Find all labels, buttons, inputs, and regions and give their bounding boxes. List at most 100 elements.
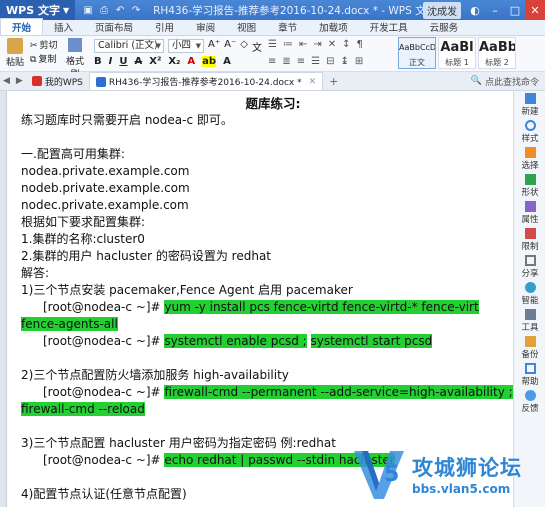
doc-requirements: 根据如下要求配置集群: xyxy=(21,215,146,229)
font-size-select[interactable]: 小四 ▼ xyxy=(168,39,204,53)
style-heading-2[interactable]: AaBb 标题 2 xyxy=(478,37,516,69)
shrink-font-icon[interactable]: A⁻ xyxy=(224,39,236,54)
sort-icon[interactable]: ↕ xyxy=(342,39,350,50)
char-shading-icon[interactable]: A xyxy=(223,56,231,67)
chinese-layout-icon[interactable]: ✕ xyxy=(328,39,336,50)
superscript-icon[interactable]: X² xyxy=(149,56,161,67)
justify-icon[interactable]: ☰ xyxy=(311,56,320,67)
brush-icon xyxy=(68,38,82,52)
strikethrough-icon[interactable]: A xyxy=(134,56,142,67)
highlighted-command: yum -y install pcs fence-virtd fence-vir… xyxy=(164,300,479,314)
sidebar-item-feedback[interactable]: 反馈 xyxy=(514,388,545,415)
shell-prompt: [root@nodea-c ~]# xyxy=(43,385,161,399)
font-size-value: 小四 xyxy=(172,40,192,51)
doc-step-2: 2)三个节点配置防火墙添加服务 high-availability xyxy=(21,368,289,382)
sidebar-item-select[interactable]: 选择 xyxy=(514,145,545,172)
subscript-icon[interactable]: X₂ xyxy=(168,56,180,67)
line-spacing-icon[interactable]: ↨ xyxy=(341,56,349,67)
bold-icon[interactable]: B xyxy=(94,56,102,67)
highlighted-command: fence-agents-all xyxy=(21,317,118,331)
user-name[interactable]: 沈成发 xyxy=(423,1,461,19)
tab-page-layout[interactable]: 页面布局 xyxy=(84,19,144,35)
style-sample: AaBbCcDd xyxy=(399,43,435,52)
distributed-icon[interactable]: ⊟ xyxy=(326,56,334,67)
redo-icon[interactable]: ↷ xyxy=(129,3,143,17)
tab-addins[interactable]: 加载项 xyxy=(308,19,359,35)
print-icon[interactable]: ⎙ xyxy=(97,3,111,17)
style-heading-1[interactable]: AaBl 标题 1 xyxy=(438,37,476,69)
command-search[interactable]: 🔍 点此查找命令 xyxy=(471,75,545,88)
tab-developer[interactable]: 开发工具 xyxy=(359,19,419,35)
increase-indent-icon[interactable]: ⇥ xyxy=(313,39,321,50)
tab-view[interactable]: 视图 xyxy=(226,19,267,35)
tab-review[interactable]: 审阅 xyxy=(185,19,226,35)
copy-label: 复制 xyxy=(38,55,57,65)
tab-cloud[interactable]: 云服务 xyxy=(419,19,470,35)
skin-icon[interactable]: ◐ xyxy=(465,0,485,20)
share-icon xyxy=(524,255,536,266)
vertical-ruler xyxy=(0,91,7,507)
document-title: RH436-学习报告-推荐参考2016-10-24.docx * - WPS 文… xyxy=(153,4,423,17)
wps-menu-button[interactable]: WPS 文字 ▼ xyxy=(0,0,76,20)
doc-node-b: nodeb.private.example.com xyxy=(21,181,190,195)
sidebar-item-backup[interactable]: 备份 xyxy=(514,334,545,361)
style-normal[interactable]: AaBbCcDd 正文 xyxy=(398,37,436,69)
paragraph-align-tools: ≡ ≣ ≡ ☰ ⊟ ↨ ⊞ xyxy=(268,56,363,67)
sidebar-label: 反馈 xyxy=(521,404,539,414)
underline-icon[interactable]: U xyxy=(119,56,127,67)
tab-my-wps[interactable]: 我的WPS xyxy=(26,73,89,90)
tab-references[interactable]: 引用 xyxy=(144,19,185,35)
font-name-select[interactable]: Calibri (正文) ▼ xyxy=(94,39,164,53)
paste-button[interactable]: 粘贴 xyxy=(4,38,26,70)
show-marks-icon[interactable]: ¶ xyxy=(357,39,363,50)
save-icon[interactable]: ▣ xyxy=(81,3,95,17)
sidebar-item-help[interactable]: 帮助 xyxy=(514,361,545,388)
tab-sections[interactable]: 章节 xyxy=(267,19,308,35)
cut-button[interactable]: ✂ 剪切 xyxy=(30,39,58,53)
maximize-icon[interactable]: □ xyxy=(505,0,525,20)
sidebar-label: 分享 xyxy=(521,269,539,279)
cut-label: 剪切 xyxy=(39,41,58,51)
minimize-icon[interactable]: – xyxy=(485,0,505,20)
highlight-icon[interactable]: ab xyxy=(202,56,217,67)
align-right-icon[interactable]: ≡ xyxy=(297,56,305,67)
close-icon[interactable]: ✕ xyxy=(525,0,545,20)
sidebar-item-smart[interactable]: 智能 xyxy=(514,280,545,307)
sidebar-item-tools[interactable]: 工具 xyxy=(514,307,545,334)
chevron-left-icon[interactable]: ◀ xyxy=(0,76,13,86)
copy-button[interactable]: ⧉ 复制 xyxy=(30,53,58,67)
italic-icon[interactable]: I xyxy=(109,56,113,67)
style-name: 标题 2 xyxy=(485,58,509,67)
borders-icon[interactable]: ⊞ xyxy=(355,56,363,67)
undo-icon[interactable]: ↶ xyxy=(113,3,127,17)
phonetic-icon[interactable]: 文 xyxy=(252,39,262,54)
align-left-icon[interactable]: ≡ xyxy=(268,56,276,67)
decrease-indent-icon[interactable]: ⇤ xyxy=(299,39,307,50)
doc-command-line: fence-agents-all xyxy=(21,316,505,333)
bullets-icon[interactable]: ☰ xyxy=(268,39,277,50)
sidebar-item-styles[interactable]: 样式 xyxy=(514,118,545,145)
sidebar-item-restrict[interactable]: 限制 xyxy=(514,226,545,253)
highlighted-command: firewall-cmd --permanent --add-service=h… xyxy=(164,385,513,399)
close-tab-icon[interactable]: ✕ xyxy=(309,77,317,87)
copy-icon: ⧉ xyxy=(30,55,37,65)
tab-home[interactable]: 开始 xyxy=(0,18,44,35)
highlighted-command: systemctl enable pcsd ; xyxy=(164,334,307,348)
font-size-tools: A⁺ A⁻ ◇ 文 xyxy=(208,39,262,54)
sidebar-label: 属性 xyxy=(521,215,539,225)
chevron-right-icon[interactable]: ▶ xyxy=(13,76,26,86)
sidebar-item-properties[interactable]: 属性 xyxy=(514,199,545,226)
new-tab-icon[interactable]: + xyxy=(323,75,344,88)
font-color-icon[interactable]: A xyxy=(187,56,195,67)
sidebar-item-new[interactable]: 新建 xyxy=(514,91,545,118)
svg-text:5: 5 xyxy=(384,462,399,487)
tab-insert[interactable]: 插入 xyxy=(43,19,84,35)
clear-format-icon[interactable]: ◇ xyxy=(240,39,248,54)
shapes-icon xyxy=(524,174,536,185)
tab-active-document[interactable]: RH436-学习报告-推荐参考2016-10-24.docx * ✕ xyxy=(88,72,324,90)
sidebar-item-shapes[interactable]: 形状 xyxy=(514,172,545,199)
grow-font-icon[interactable]: A⁺ xyxy=(208,39,220,54)
align-center-icon[interactable]: ≣ xyxy=(282,56,290,67)
numbering-icon[interactable]: ≔ xyxy=(283,39,293,50)
sidebar-item-share[interactable]: 分享 xyxy=(514,253,545,280)
